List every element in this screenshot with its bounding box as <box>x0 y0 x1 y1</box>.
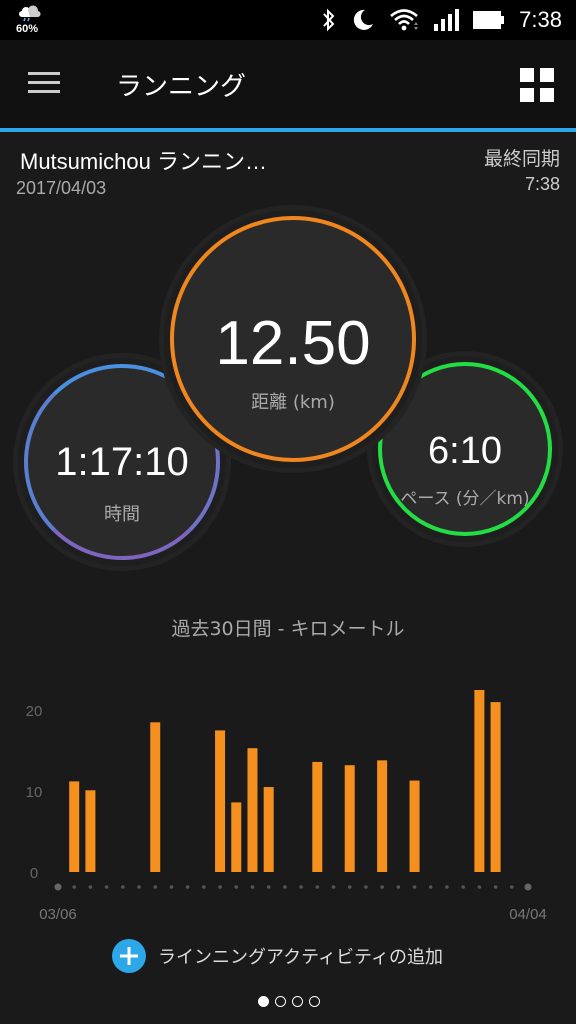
y-tick-label: 10 <box>26 784 43 801</box>
x-axis-day-dot <box>104 885 109 889</box>
x-axis-day-dot <box>121 885 125 889</box>
battery-icon <box>473 11 505 29</box>
x-axis-day-dot <box>509 885 514 889</box>
x-axis-day-dot <box>202 885 206 889</box>
x-axis-day-dot <box>524 883 532 891</box>
menu-icon[interactable] <box>28 70 60 96</box>
weather-icon <box>19 5 41 22</box>
pace-value: 6:10 <box>428 430 502 472</box>
x-axis-day-dot <box>283 885 287 889</box>
status-clock: 7:38 <box>519 7 562 32</box>
x-axis-day-dot <box>54 883 62 891</box>
chart-bar <box>490 702 501 872</box>
x-axis-day-dot <box>185 885 190 889</box>
x-axis-day-dot <box>347 885 352 889</box>
app-bar: ランニング <box>0 40 576 128</box>
x-axis-day-dot <box>153 885 158 889</box>
activity-name[interactable]: Mutsumichou ランニン… <box>20 144 267 176</box>
chart-bar <box>312 761 323 872</box>
x-axis-day-dot <box>72 885 77 889</box>
moon-icon <box>354 9 374 30</box>
x-axis-day-dot <box>315 885 320 889</box>
x-start-label: 03/06 <box>39 906 77 923</box>
grid-icon[interactable] <box>520 68 554 102</box>
activity-date: 2017/04/03 <box>16 178 107 198</box>
battery-percent: 60% <box>16 23 39 35</box>
chart-bar <box>377 760 388 872</box>
status-left: 60% <box>14 4 44 36</box>
add-activity-button[interactable]: ラインニングアクティビティの追加 <box>112 938 472 974</box>
x-axis-day-dot <box>493 885 498 889</box>
page-dot[interactable] <box>258 996 269 1007</box>
x-axis-day-dot <box>169 885 174 889</box>
add-activity-label: ラインニングアクティビティの追加 <box>158 947 443 968</box>
x-axis-day-dot <box>250 885 255 889</box>
pace-label: ペース (分／km) <box>400 489 530 509</box>
chart-bar <box>409 780 420 872</box>
x-axis-day-dot <box>396 885 401 889</box>
bluetooth-icon <box>323 8 335 32</box>
chart-bar <box>247 748 258 872</box>
accent-divider <box>0 128 576 132</box>
x-axis-day-dot <box>477 885 482 889</box>
x-end-label: 04/04 <box>509 906 547 923</box>
x-axis-day-dot <box>234 885 239 889</box>
signal-icon <box>434 9 460 31</box>
chart-bar <box>474 690 485 872</box>
chart-bar <box>344 765 355 872</box>
x-axis-day-dot <box>445 885 449 889</box>
page-dot[interactable] <box>275 996 286 1007</box>
page-dot[interactable] <box>292 996 303 1007</box>
x-axis-day-dot <box>364 885 368 889</box>
time-value: 1:17:10 <box>55 440 189 484</box>
sync-time: 7:38 <box>524 174 560 194</box>
chart-bar <box>215 730 226 872</box>
page-dot[interactable] <box>309 996 320 1007</box>
distance-ring[interactable]: 12.50 距離 (km) <box>164 210 422 468</box>
distance-label: 距離 (km) <box>251 392 335 413</box>
x-axis-day-dot <box>428 885 433 889</box>
page-title: ランニング <box>116 72 247 102</box>
x-axis-day-dot <box>137 885 141 889</box>
status-bar: 60% 7:38 <box>0 0 576 40</box>
status-icons: 7:38 <box>321 6 562 34</box>
chart-bar <box>231 802 242 872</box>
x-axis-day-dot <box>88 885 93 889</box>
y-tick-label: 20 <box>26 703 43 720</box>
x-axis-day-dot <box>266 885 271 889</box>
x-axis-day-dot <box>218 885 222 889</box>
page-indicator <box>258 996 320 1007</box>
y-tick-label: 0 <box>30 865 38 882</box>
chart-title: 過去30日間 - キロメートル <box>171 618 405 640</box>
chart-bar <box>69 781 80 872</box>
x-axis-day-dot <box>299 885 303 889</box>
sync-label: 最終同期 <box>483 148 560 170</box>
distance-value: 12.50 <box>215 309 371 378</box>
x-axis-day-dot <box>461 885 465 889</box>
x-axis-day-dot <box>331 885 336 889</box>
distance-bar-chart: 0 10 20 03/06 04/04 <box>26 690 547 923</box>
chart-bar <box>263 787 274 872</box>
chart-bar <box>150 722 161 872</box>
wifi-icon <box>390 9 419 31</box>
x-axis-day-dot <box>380 885 384 889</box>
plus-icon <box>112 939 146 973</box>
x-axis-day-dot <box>412 885 417 889</box>
chart-bar <box>85 790 96 872</box>
time-label: 時間 <box>104 504 140 525</box>
